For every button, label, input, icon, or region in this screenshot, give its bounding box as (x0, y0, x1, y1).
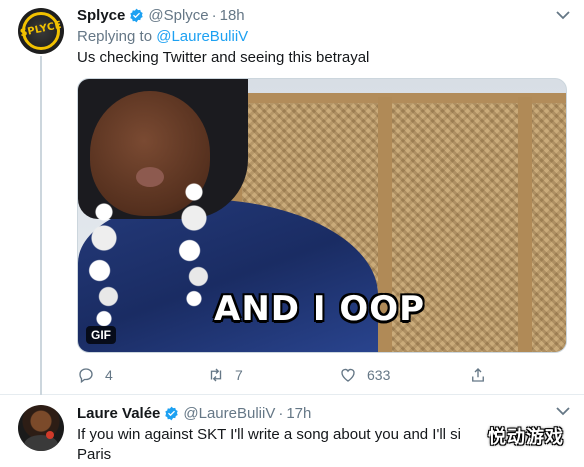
display-name[interactable]: Splyce (77, 7, 125, 24)
avatar[interactable] (18, 405, 64, 451)
mention-link[interactable]: @LaureBuliiV (156, 28, 248, 45)
tweet-text-line: If you win against SKT I'll write a song… (77, 426, 461, 443)
retweet-count: 7 (235, 367, 243, 383)
avatar-mic (46, 431, 54, 439)
media-earring (172, 179, 216, 309)
avatar[interactable]: SPLYCE (18, 8, 64, 54)
like-count: 633 (367, 367, 391, 383)
gif-caption: AND I OOP (214, 289, 426, 329)
media-screen-post (518, 97, 532, 352)
tweet-splyce[interactable]: SPLYCE Splyce @Splyce · 18h Replying to … (0, 0, 584, 395)
media-earring (82, 199, 126, 329)
like-icon (341, 368, 355, 382)
chevron-down-icon[interactable] (556, 10, 570, 20)
display-name[interactable]: Laure Valée (77, 405, 160, 422)
timestamp[interactable]: 18h (220, 7, 245, 24)
replying-prefix: Replying to (77, 28, 153, 45)
timestamp[interactable]: 17h (286, 405, 311, 422)
handle[interactable]: @LaureBuliiV (183, 405, 275, 422)
reply-count: 4 (105, 367, 113, 383)
separator-dot: · (278, 405, 284, 422)
reply-button[interactable]: 4 (77, 366, 113, 384)
like-button[interactable]: 633 (339, 366, 390, 384)
tweet-text-line: Paris (77, 446, 112, 463)
verified-badge-icon (165, 406, 179, 421)
share-button[interactable] (469, 366, 497, 384)
media-person-lips (136, 167, 164, 187)
tweet-media-gif[interactable]: AND I OOP GIF (77, 78, 567, 353)
tweet-header: Splyce @Splyce · 18h (77, 7, 245, 24)
reply-icon (79, 368, 93, 384)
watermark: 悦动游戏 (488, 427, 564, 448)
replying-to: Replying to @LaureBuliiV (77, 28, 248, 45)
chevron-down-icon[interactable] (556, 406, 570, 416)
separator-dot: · (211, 7, 217, 24)
share-icon (472, 368, 484, 382)
verified-badge-icon (130, 8, 144, 23)
tweet-actions: 4 7 633 (77, 366, 507, 386)
tweet-text: If you win against SKT I'll write a song… (77, 425, 487, 465)
tweet-text: Us checking Twitter and seeing this betr… (77, 49, 370, 66)
retweet-button[interactable]: 7 (207, 366, 243, 384)
media-screen-frame (228, 93, 566, 103)
retweet-icon (210, 368, 222, 382)
tweet-header: Laure Valée @LaureBuliiV · 17h (77, 405, 311, 422)
handle[interactable]: @Splyce (148, 7, 208, 24)
gif-badge: GIF (86, 326, 116, 344)
thread-line (40, 56, 42, 395)
